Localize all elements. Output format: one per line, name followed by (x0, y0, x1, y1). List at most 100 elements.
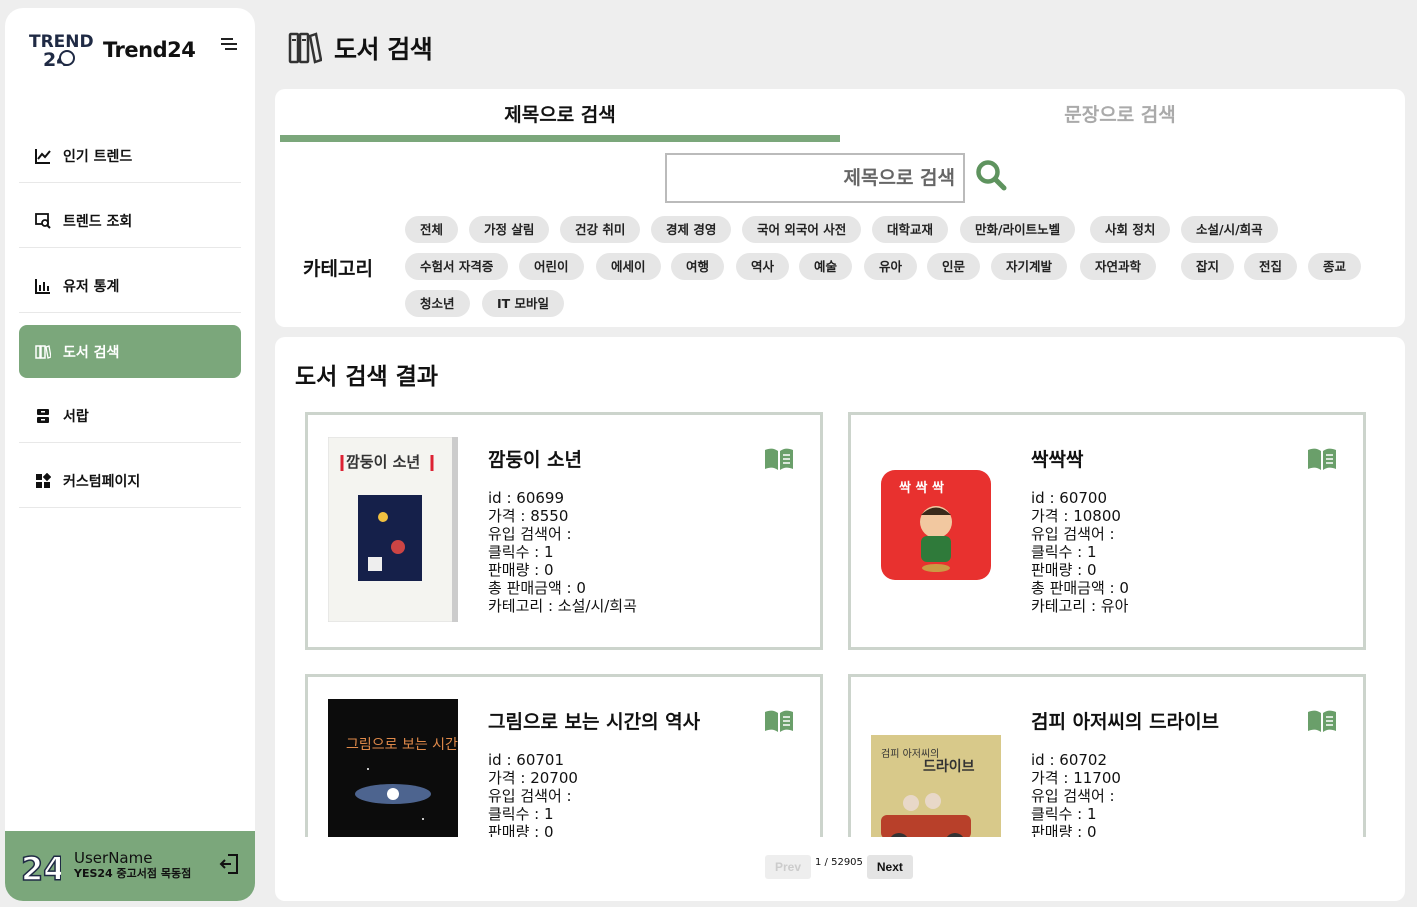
next-button[interactable]: Next (866, 855, 913, 879)
book-sales: 0 (544, 823, 554, 837)
book-title[interactable]: 깜둥이 소년 (488, 445, 582, 472)
book-card[interactable]: 싹 싹 싹 싹싹싹 id : 60700 가격 : 10800 유입 검색어 :… (848, 412, 1366, 650)
category-chip[interactable]: 소설/시/희곡 (1181, 216, 1278, 243)
category-chip[interactable]: 에세이 (596, 253, 661, 280)
category-chip[interactable]: 여행 (671, 253, 725, 280)
book-id: 60699 (516, 489, 564, 507)
nav-item-label: 인기 트렌드 (63, 149, 133, 165)
nav-item-custom-page[interactable]: 커스텀페이지 (19, 455, 241, 508)
nav-item-label: 서랍 (63, 409, 89, 425)
book-cover: 검피 아저씨의 드라이브 (871, 735, 1001, 837)
book-revenue-row: 총 판매금액 : 0 (488, 579, 586, 597)
nav-item-trend-lookup[interactable]: 트렌드 조회 (19, 195, 241, 248)
logout-icon[interactable] (219, 853, 239, 875)
book-clicks-row: 클릭수 : 1 (1031, 543, 1097, 561)
trend24-logo: TREND 24 24 (29, 32, 93, 70)
pagination: Prev 1 / 52905 Next (765, 855, 913, 879)
open-book-icon[interactable] (764, 709, 794, 733)
open-book-icon[interactable] (1307, 709, 1337, 733)
book-id-row: id : 60699 (488, 489, 564, 507)
category-chip[interactable]: 대학교재 (872, 216, 949, 243)
book-card[interactable]: 그림으로 보는 시간의 역사 그림으로 보는 시간의 역사 id : 60701… (305, 674, 823, 837)
category-chip[interactable]: 유아 (864, 253, 918, 280)
user-avatar[interactable]: 24 (21, 848, 61, 884)
book-info: id : 60699 가격 : 8550 유입 검색어 : 클릭수 : 1 판매… (488, 489, 637, 615)
book-sales-row: 판매량 : 0 (488, 823, 578, 837)
user-shop: YES24 중고서점 목동점 (74, 867, 192, 880)
user-profile: 24 UserName YES24 중고서점 목동점 (5, 831, 255, 901)
open-book-icon[interactable] (764, 447, 794, 471)
book-title[interactable]: 그림으로 보는 시간의 역사 (488, 707, 700, 734)
category-chip[interactable]: 역사 (736, 253, 790, 280)
brand-name: Trend24 (103, 38, 196, 62)
page-header: 도서 검색 (288, 30, 433, 66)
category-chip[interactable]: 수험서 자격증 (405, 253, 509, 280)
book-id-row: id : 60702 (1031, 751, 1107, 769)
book-keyword-row: 유입 검색어 : (1031, 787, 1115, 805)
menu-toggle-icon[interactable] (221, 38, 237, 52)
category-chip[interactable]: 종교 (1308, 253, 1362, 280)
book-card[interactable]: 깜둥이 소년 깜둥이 소년 id : 60699 가격 : 8550 유입 검색… (305, 412, 823, 650)
nav-item-label: 커스텀페이지 (63, 474, 141, 490)
category-chip[interactable]: 자연과학 (1080, 253, 1157, 280)
search-panel: 제목으로 검색 문장으로 검색 카테고리 전체 가정 살림 건강 취미 경제 경… (275, 89, 1405, 327)
nav-item-drawer[interactable]: 서랍 (19, 390, 241, 443)
search-window-icon (35, 213, 51, 229)
book-sales: 0 (1087, 561, 1097, 579)
category-chip[interactable]: 건강 취미 (560, 216, 641, 243)
results-list[interactable]: 깜둥이 소년 깜둥이 소년 id : 60699 가격 : 8550 유입 검색… (275, 407, 1405, 837)
cover-title: 싹 싹 싹 (899, 480, 944, 496)
book-category: 소설/시/희곡 (557, 597, 637, 615)
category-chip[interactable]: 전체 (405, 216, 459, 243)
book-clicks-row: 클릭수 : 1 (488, 805, 554, 823)
book-keyword-row: 유입 검색어 : (1031, 525, 1115, 543)
book-title[interactable]: 싹싹싹 (1031, 445, 1083, 472)
results-panel: 도서 검색 결과 깜둥이 소년 깜둥이 소년 id : 60699 가격 : 8… (275, 337, 1405, 901)
category-chip[interactable]: 경제 경영 (651, 216, 732, 243)
book-revenue: 0 (1119, 579, 1129, 597)
category-chip[interactable]: 가정 살림 (469, 216, 550, 243)
category-chip[interactable]: 어린이 (519, 253, 584, 280)
category-chip[interactable]: 국어 외국어 사전 (742, 216, 862, 243)
open-book-icon[interactable] (1307, 447, 1337, 471)
category-chip[interactable]: 사회 정치 (1090, 216, 1171, 243)
category-chip[interactable]: 예술 (799, 253, 853, 280)
book-price: 10800 (1073, 507, 1121, 525)
book-id-row: id : 60700 (1031, 489, 1107, 507)
page-title: 도서 검색 (334, 35, 433, 64)
books-icon (35, 344, 51, 360)
brand[interactable]: TREND 24 24 Trend24 (29, 30, 196, 70)
search-icon[interactable] (975, 159, 1007, 191)
sidebar: TREND 24 24 Trend24 인기 트렌드 트렌드 조회 유저 통계 (5, 8, 255, 901)
category-chip[interactable]: 잡지 (1181, 253, 1235, 280)
page-info: 1 / 52905 (815, 857, 863, 868)
book-clicks: 1 (544, 805, 554, 823)
nav-item-popular-trends[interactable]: 인기 트렌드 (19, 130, 241, 183)
widgets-icon (35, 473, 51, 489)
category-chip[interactable]: 자기계발 (991, 253, 1068, 280)
book-card[interactable]: 검피 아저씨의 드라이브 검피 아저씨의 드라이브 id : 60702 가격 … (848, 674, 1366, 837)
category-chip[interactable]: 청소년 (405, 290, 470, 317)
book-clicks: 1 (544, 543, 554, 561)
tab-sentence-search[interactable]: 문장으로 검색 (840, 89, 1400, 142)
category-chip[interactable]: 전집 (1244, 253, 1298, 280)
book-category-row: 카테고리 : 유아 (1031, 597, 1129, 615)
nav-item-book-search[interactable]: 도서 검색 (19, 325, 241, 378)
line-chart-icon (35, 148, 51, 164)
tab-title-search[interactable]: 제목으로 검색 (280, 89, 840, 142)
search-input[interactable] (665, 153, 965, 203)
book-sales-row: 판매량 : 0 (488, 561, 554, 579)
category-chip[interactable]: 인문 (927, 253, 981, 280)
book-sales-row: 판매량 : 0 (1031, 561, 1097, 579)
nav-item-label: 트렌드 조회 (63, 214, 133, 230)
book-keyword-row: 유입 검색어 : (488, 525, 572, 543)
category-chip[interactable]: 만화/라이트노벨 (960, 216, 1076, 243)
book-title[interactable]: 검피 아저씨의 드라이브 (1031, 707, 1219, 734)
nav-item-user-stats[interactable]: 유저 통계 (19, 260, 241, 313)
category-chip[interactable]: IT 모바일 (482, 290, 565, 317)
cover-title: 그림으로 보는 시간의 역사 (346, 737, 458, 753)
book-cover: 싹 싹 싹 (881, 470, 991, 596)
results-title: 도서 검색 결과 (295, 364, 438, 390)
sidebar-nav: 인기 트렌드 트렌드 조회 유저 통계 도서 검색 서랍 커스텀페이지 (19, 130, 241, 520)
prev-button[interactable]: Prev (765, 855, 811, 879)
